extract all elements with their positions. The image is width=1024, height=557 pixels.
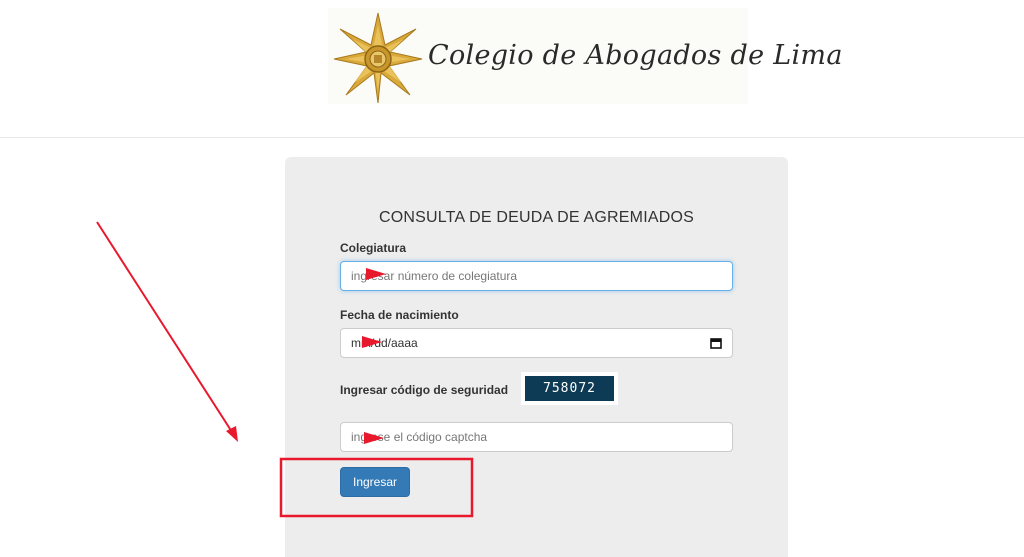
security-code-label: Ingresar código de seguridad xyxy=(340,383,509,397)
colegiatura-label: Colegiatura xyxy=(340,241,407,255)
colegiatura-placeholder: ingresar número de colegiatura xyxy=(351,269,518,283)
form-title: CONSULTA DE DEUDA DE AGREMIADOS xyxy=(378,209,694,226)
captcha-image: 758072 xyxy=(525,376,614,401)
logo-text: Colegio de Abogados de Lima xyxy=(428,40,843,71)
captcha-placeholder: ingrese el código captcha xyxy=(351,430,488,444)
birth-date-input[interactable]: mm/dd/aaaa xyxy=(340,328,733,358)
star-emblem-icon xyxy=(333,12,423,103)
annotation-arrow-head xyxy=(226,426,238,442)
colegiatura-input[interactable]: ingresar número de colegiatura xyxy=(340,261,733,291)
captcha-frame: 758072 xyxy=(521,372,618,405)
birth-date-value: mm/dd/aaaa xyxy=(351,336,418,350)
submit-button[interactable]: Ingresar xyxy=(340,467,410,497)
login-form-panel: CONSULTA DE DEUDA DE AGREMIADOS Colegiat… xyxy=(285,157,788,557)
captcha-input[interactable]: ingrese el código captcha xyxy=(340,422,733,452)
annotation-arrow-line xyxy=(96,221,233,433)
birth-date-label: Fecha de nacimiento xyxy=(340,308,459,322)
header: Colegio de Abogados de Lima xyxy=(0,0,1024,138)
calendar-icon[interactable] xyxy=(710,337,722,349)
logo: Colegio de Abogados de Lima xyxy=(328,8,842,104)
